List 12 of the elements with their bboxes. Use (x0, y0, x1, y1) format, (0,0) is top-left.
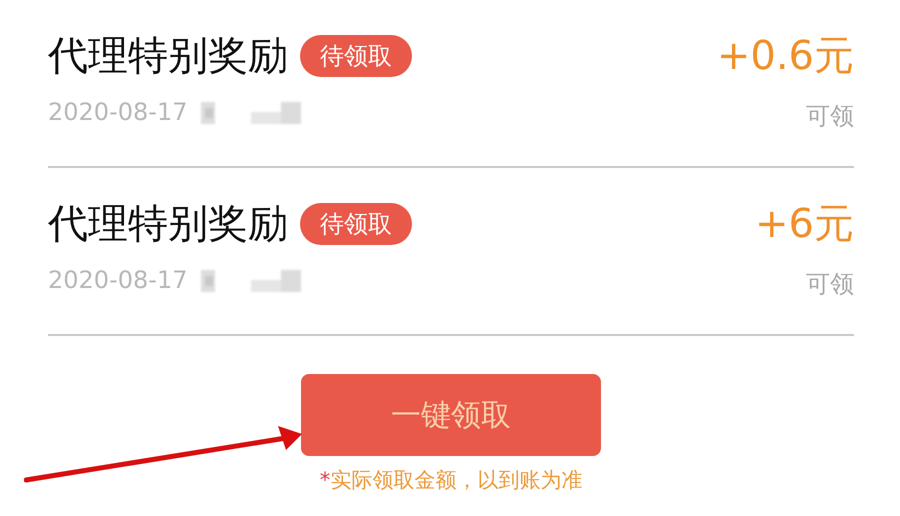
reward-title: 代理特别奖励 (48, 32, 288, 81)
disclaimer-note: *实际领取金额，以到账为准 (320, 467, 582, 494)
claim-all-button[interactable]: 一键领取 (301, 374, 601, 456)
reward-title: 代理特别奖励 (48, 200, 288, 249)
status-badge: 待领取 (300, 35, 412, 77)
reward-amount: +6元 (755, 200, 854, 249)
claim-status: 可领 (806, 101, 854, 132)
claim-status: 可领 (806, 269, 854, 300)
status-badge: 待领取 (300, 203, 412, 245)
reward-date: 2020-08-17 (48, 266, 188, 294)
reward-amount: +0.6元 (716, 32, 854, 81)
reward-date: 2020-08-17 (48, 98, 188, 126)
